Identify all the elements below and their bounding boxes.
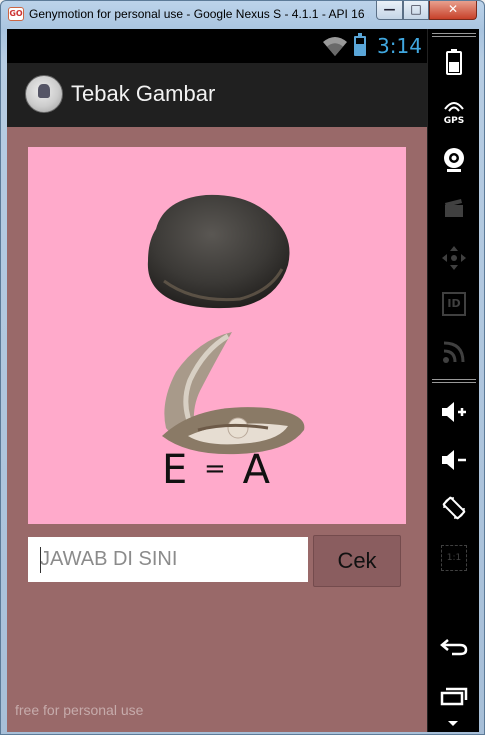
emulator-window: GO Genymotion for personal use - Google …: [0, 0, 485, 735]
rock-image: [147, 194, 290, 309]
capture-button: [434, 191, 474, 225]
check-button[interactable]: Cek: [313, 535, 401, 587]
emulator-sidebar: GPS ID 1:1: [427, 29, 479, 732]
gps-button[interactable]: GPS: [434, 97, 474, 131]
camera-button[interactable]: [434, 143, 474, 177]
status-bar: 3:14: [7, 29, 427, 63]
volume-up-icon: [442, 402, 466, 422]
sidebar-divider: [432, 379, 476, 383]
equation-right: A: [242, 447, 272, 493]
gps-label: GPS: [443, 116, 465, 126]
volume-down-icon: [442, 450, 466, 470]
clapper-icon: [445, 199, 463, 217]
window-title: Genymotion for personal use - Google Nex…: [29, 7, 369, 21]
genymotion-logo-icon: GO: [8, 7, 24, 21]
app-title: Tebak Gambar: [71, 81, 216, 106]
action-bar: Tebak Gambar: [7, 63, 427, 127]
more-arrow-icon[interactable]: [448, 721, 458, 726]
battery-widget-icon: [446, 49, 462, 75]
emulator-viewport: 3:14 Tebak Gambar E = A JAWAB DI SINI Ce…: [7, 29, 479, 732]
puzzle-equation: E = A: [28, 447, 406, 493]
scale-icon: 1:1: [441, 545, 467, 571]
rotate-button[interactable]: [434, 491, 474, 525]
device-id-button: ID: [434, 287, 474, 321]
rotate-icon: [442, 496, 466, 520]
recent-apps-button[interactable]: [434, 679, 474, 713]
answer-placeholder: JAWAB DI SINI: [40, 548, 178, 570]
recent-apps-icon: [440, 687, 468, 706]
id-icon: ID: [442, 292, 466, 316]
watermark-text: free for personal use: [15, 702, 144, 718]
gps-icon: [444, 102, 464, 112]
minimize-button[interactable]: —: [376, 1, 403, 20]
cast-button: [434, 335, 474, 369]
dpad-button: [434, 241, 474, 275]
oyster-shell-image: [162, 332, 305, 455]
close-button[interactable]: ✕: [429, 1, 477, 20]
equation-operator: =: [204, 454, 228, 484]
volume-down-button[interactable]: [434, 443, 474, 477]
wifi-icon: [323, 37, 347, 56]
battery-button[interactable]: [434, 45, 474, 79]
android-screen: 3:14 Tebak Gambar E = A JAWAB DI SINI Ce…: [7, 29, 427, 732]
back-icon: [440, 639, 468, 656]
maximize-button[interactable]: □: [403, 1, 429, 20]
battery-icon: [354, 33, 366, 56]
back-button[interactable]: [434, 629, 474, 663]
pixel-perfect-button: 1:1: [434, 541, 474, 575]
text-cursor: [40, 547, 41, 573]
status-clock: 3:14: [377, 34, 422, 58]
puzzle-image: E = A: [28, 147, 406, 524]
equation-left: E: [162, 447, 190, 493]
camera-icon: [444, 148, 464, 172]
app-logo-icon[interactable]: [25, 75, 63, 113]
main-content: E = A JAWAB DI SINI Cek free for persona…: [7, 127, 427, 732]
volume-up-button[interactable]: [434, 395, 474, 429]
dpad-icon: [442, 246, 466, 270]
cast-icon: [443, 341, 465, 363]
sidebar-divider: [432, 33, 476, 37]
window-titlebar[interactable]: GO Genymotion for personal use - Google …: [1, 1, 485, 29]
answer-input[interactable]: JAWAB DI SINI: [28, 537, 308, 582]
